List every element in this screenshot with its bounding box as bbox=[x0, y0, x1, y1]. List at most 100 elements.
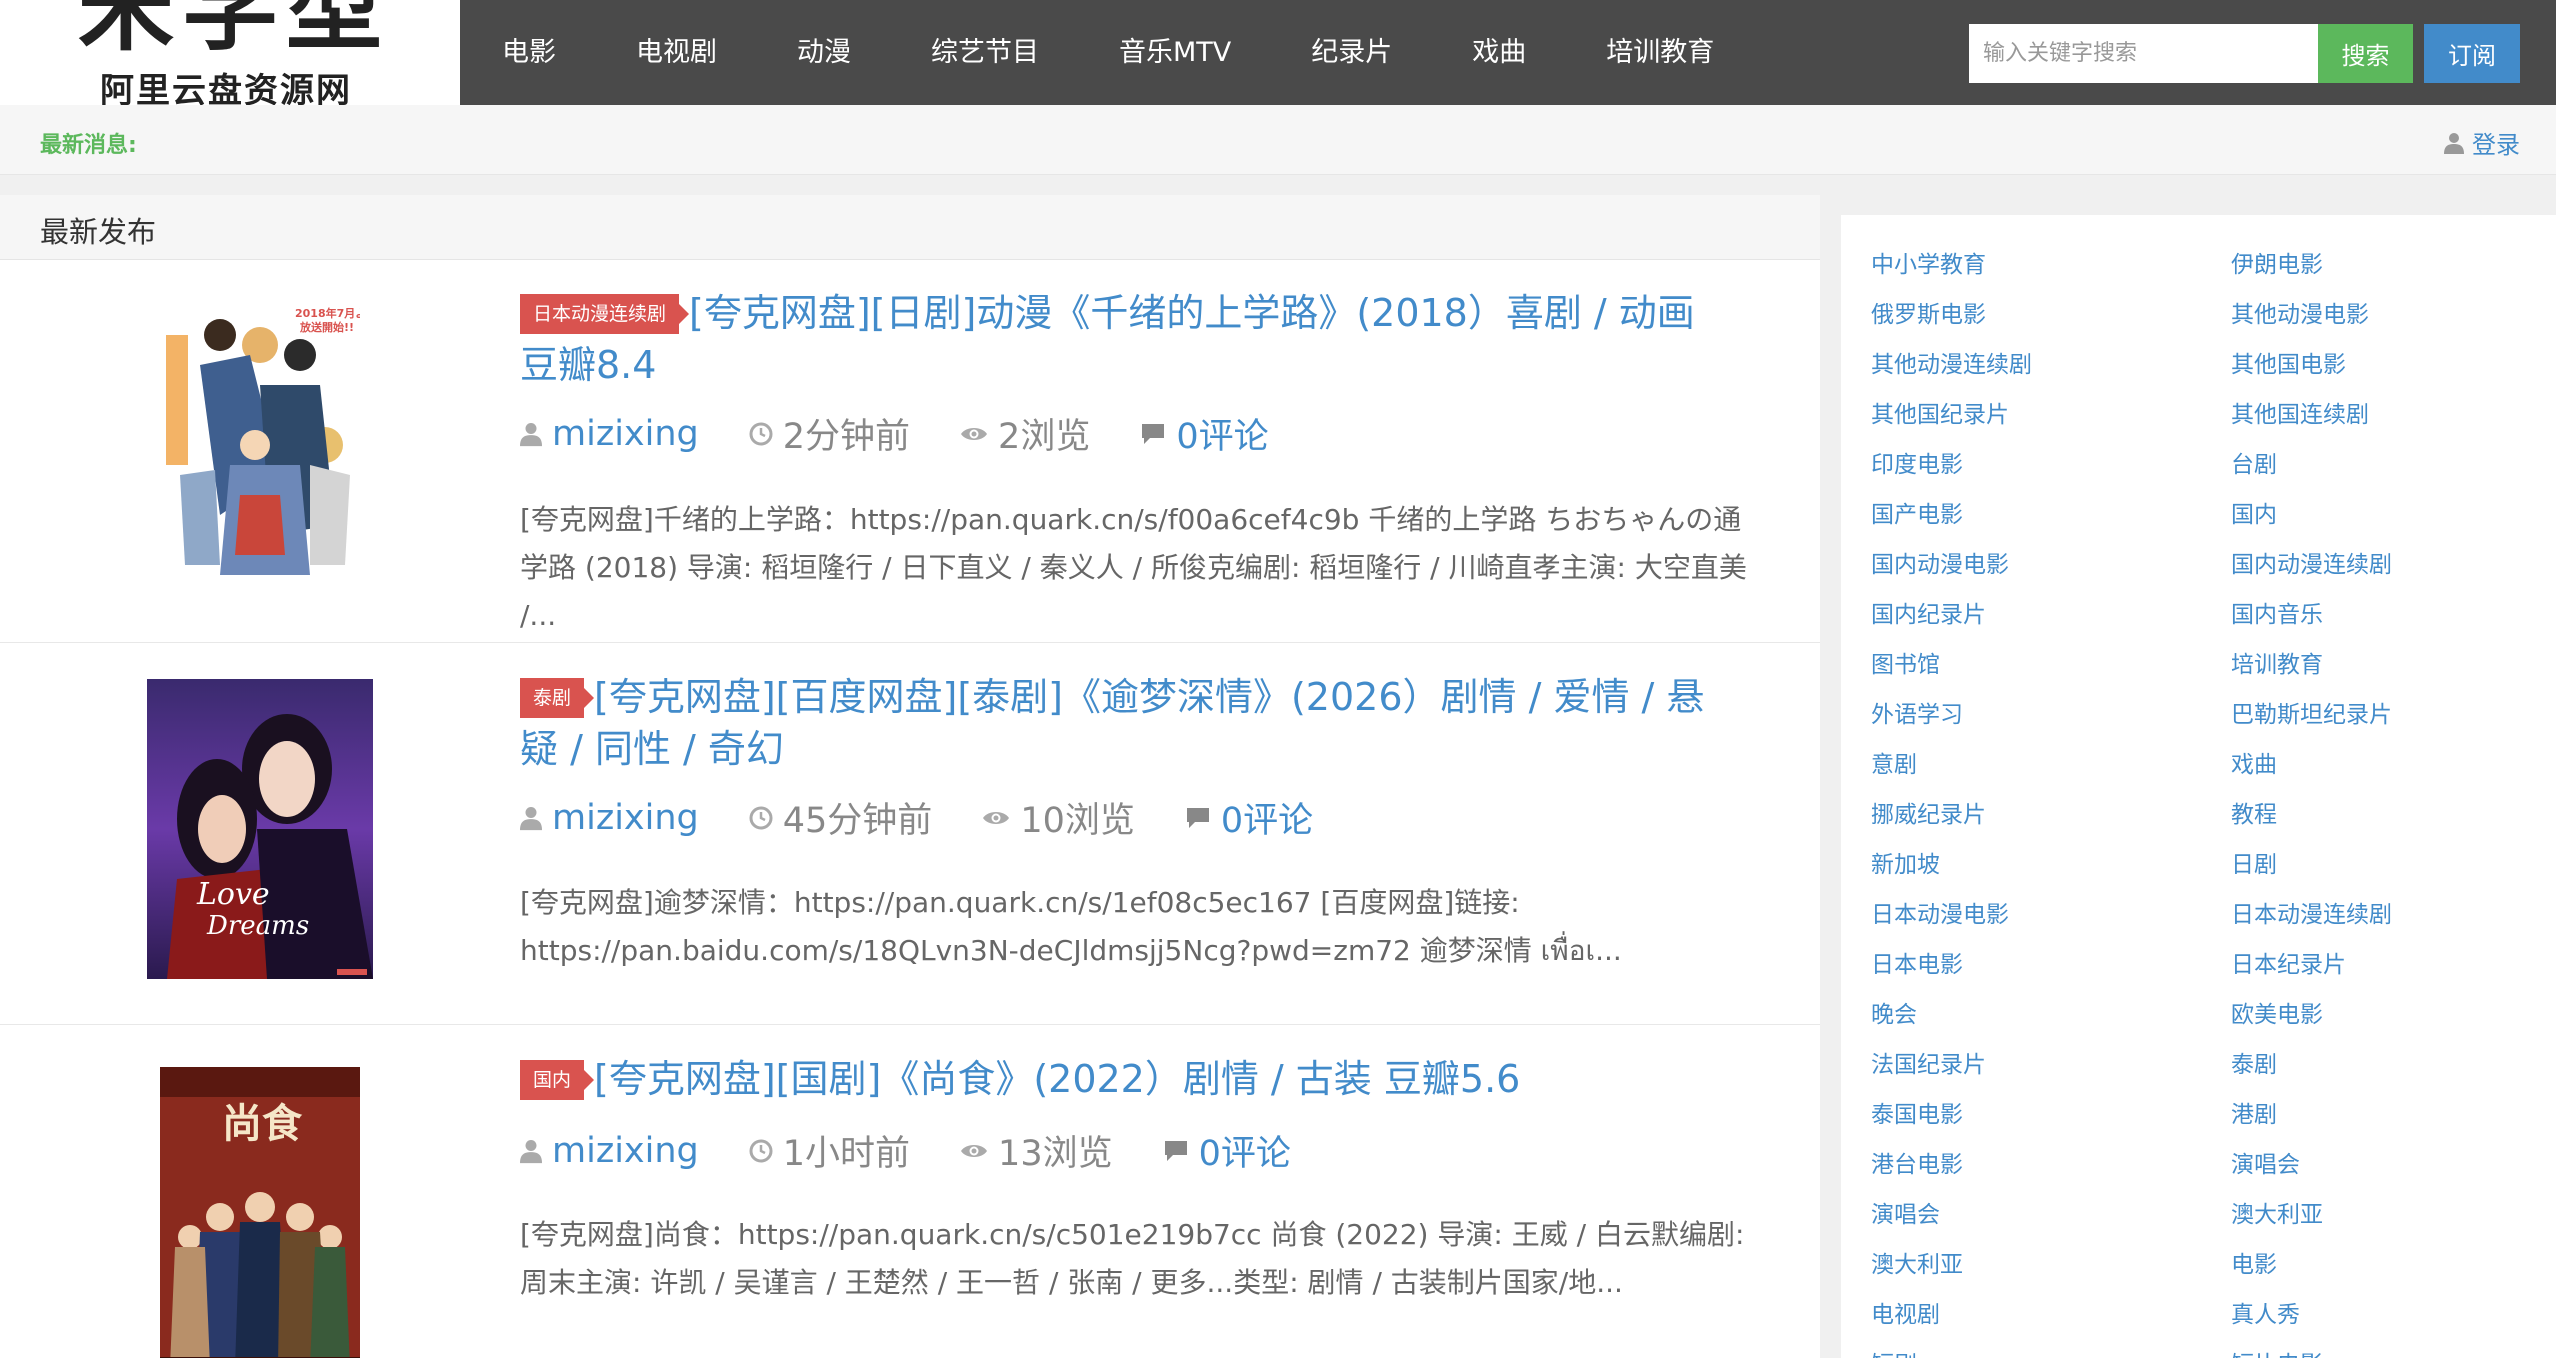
user-icon bbox=[520, 421, 542, 447]
sidebar-tag-link[interactable]: 台剧 bbox=[2231, 440, 2551, 490]
site-logo[interactable]: 米学型 阿里云盘资源网 bbox=[0, 0, 460, 105]
post-title-text[interactable]: [夸克网盘][日剧]动漫《千绪的上学路》(2018）喜剧 / 动画 豆瓣8.4 bbox=[520, 291, 1695, 387]
sidebar-tag-link[interactable]: 港台电影 bbox=[1871, 1140, 2231, 1190]
sidebar-tag-link[interactable]: 俄罗斯电影 bbox=[1871, 290, 2231, 340]
sidebar-tag-link[interactable]: 国内动漫电影 bbox=[1871, 540, 2231, 590]
post-views: 13浏览 bbox=[998, 1134, 1113, 1174]
subscribe-button[interactable]: 订阅 bbox=[2424, 24, 2520, 83]
sidebar-tag-link[interactable]: 教程 bbox=[2231, 790, 2551, 840]
post-title[interactable]: 泰剧 [夸克网盘][百度网盘][泰剧]《逾梦深情》(2026）剧情 / 爱情 / … bbox=[520, 671, 1720, 775]
sidebar-tag-link[interactable]: 短剧 bbox=[1871, 1340, 2231, 1358]
sidebar-tag-cloud: 中小学教育 伊朗电影 俄罗斯电影 其他动漫电影 其他动漫连续剧 其他国电影 其他国纪录片 其他… bbox=[1841, 215, 2556, 1358]
sidebar-tag-link[interactable]: 培训教育 bbox=[2231, 640, 2551, 690]
post-meta: mizixing 1小时前 13浏览 0评论 bbox=[520, 1125, 1341, 1176]
sidebar-tag-link[interactable]: 日本纪录片 bbox=[2231, 940, 2551, 990]
sidebar-tag-link[interactable]: 电影 bbox=[2231, 1240, 2551, 1290]
eye-icon bbox=[982, 808, 1010, 828]
sidebar-tag-link[interactable]: 演唱会 bbox=[2231, 1140, 2551, 1190]
post-thumbnail[interactable]: 2018年7月より 放送開始!! bbox=[160, 295, 360, 595]
sidebar-tag-link[interactable]: 欧美电影 bbox=[2231, 990, 2551, 1040]
post-comments[interactable]: 0评论 bbox=[1199, 1125, 1291, 1176]
sidebar-tag-link[interactable]: 戏曲 bbox=[2231, 740, 2551, 790]
nav-item-movies[interactable]: 电影 bbox=[460, 0, 596, 105]
sidebar-tag-link[interactable]: 日本电影 bbox=[1871, 940, 2231, 990]
sidebar-tag-link[interactable]: 挪威纪录片 bbox=[1871, 790, 2231, 840]
category-badge[interactable]: 国内 bbox=[520, 1060, 595, 1100]
post-item: 尚食 国内 [夸克网盘][国剧]《尚食》(2022）剧情 / 古装 豆瓣5.6 m… bbox=[0, 1025, 1820, 1358]
sidebar-tag-link[interactable]: 泰剧 bbox=[2231, 1040, 2551, 1090]
sidebar-tag-link[interactable]: 电视剧 bbox=[1871, 1290, 2231, 1340]
top-header: 米学型 阿里云盘资源网 电影 电视剧 动漫 综艺节目 音乐MTV 纪录片 戏曲 … bbox=[0, 0, 2556, 105]
nav-item-music-mtv[interactable]: 音乐MTV bbox=[1079, 0, 1271, 105]
post-time: 2分钟前 bbox=[782, 417, 911, 457]
post-meta: mizixing 45分钟前 10浏览 0评论 bbox=[520, 792, 1363, 843]
sidebar-tag-link[interactable]: 国产电影 bbox=[1871, 490, 2231, 540]
svg-text:Dreams: Dreams bbox=[206, 911, 309, 941]
sidebar-tag-link[interactable]: 日本动漫连续剧 bbox=[2231, 890, 2551, 940]
nav-item-documentary[interactable]: 纪录片 bbox=[1271, 0, 1432, 105]
clock-icon bbox=[749, 422, 773, 446]
sidebar-tag-link[interactable]: 巴勒斯坦纪录片 bbox=[2231, 690, 2551, 740]
sidebar-tag-link[interactable]: 泰国电影 bbox=[1871, 1090, 2231, 1140]
sidebar-tag-link[interactable]: 国内 bbox=[2231, 490, 2551, 540]
sidebar-tag-link[interactable]: 澳大利亚 bbox=[2231, 1190, 2551, 1240]
poster-text: 2018年7月より bbox=[295, 306, 360, 320]
sidebar-tag-link[interactable]: 日剧 bbox=[2231, 840, 2551, 890]
nav-item-education[interactable]: 培训教育 bbox=[1566, 0, 1754, 105]
search-input[interactable] bbox=[1969, 24, 2318, 83]
post-title[interactable]: 国内 [夸克网盘][国剧]《尚食》(2022）剧情 / 古装 豆瓣5.6 bbox=[520, 1053, 1720, 1105]
post-comments[interactable]: 0评论 bbox=[1221, 792, 1313, 843]
category-badge[interactable]: 泰剧 bbox=[520, 678, 595, 718]
clock-icon bbox=[749, 1139, 773, 1163]
post-excerpt: [夸克网盘]尚食：https://pan.quark.cn/s/c501e219… bbox=[520, 1218, 1745, 1299]
post-author[interactable]: mizixing bbox=[552, 798, 699, 838]
sidebar-tag-link[interactable]: 图书馆 bbox=[1871, 640, 2231, 690]
sidebar-tag-link[interactable]: 伊朗电影 bbox=[2231, 240, 2551, 290]
section-title: 最新发布 bbox=[40, 215, 157, 249]
sidebar-tag-link[interactable]: 澳大利亚 bbox=[1871, 1240, 2231, 1290]
sidebar-tag-link[interactable]: 国内音乐 bbox=[2231, 590, 2551, 640]
sidebar-tag-link[interactable]: 演唱会 bbox=[1871, 1190, 2231, 1240]
sidebar-tag-link[interactable]: 国内纪录片 bbox=[1871, 590, 2231, 640]
sidebar-tag-link[interactable]: 晚会 bbox=[1871, 990, 2231, 1040]
post-title[interactable]: 日本动漫连续剧 [夸克网盘][日剧]动漫《千绪的上学路》(2018）喜剧 / 动画… bbox=[520, 287, 1720, 391]
sidebar-tag-link[interactable]: 意剧 bbox=[1871, 740, 2231, 790]
user-icon bbox=[520, 805, 542, 831]
post-views: 2浏览 bbox=[998, 417, 1091, 457]
post-author[interactable]: mizixing bbox=[552, 1131, 699, 1171]
nav-item-tv-series[interactable]: 电视剧 bbox=[596, 0, 757, 105]
tag-grid: 中小学教育 伊朗电影 俄罗斯电影 其他动漫电影 其他动漫连续剧 其他国电影 其他国纪录片 其他… bbox=[1871, 240, 2551, 1358]
sidebar-tag-link[interactable]: 外语学习 bbox=[1871, 690, 2231, 740]
sidebar-tag-link[interactable]: 法国纪录片 bbox=[1871, 1040, 2231, 1090]
post-author[interactable]: mizixing bbox=[552, 414, 699, 454]
sidebar-tag-link[interactable]: 日本动漫电影 bbox=[1871, 890, 2231, 940]
sidebar-tag-link[interactable]: 其他动漫电影 bbox=[2231, 290, 2551, 340]
post-title-text[interactable]: [夸克网盘][百度网盘][泰剧]《逾梦深情》(2026）剧情 / 爱情 / 悬疑… bbox=[520, 675, 1704, 771]
poster-text: Love bbox=[196, 877, 270, 912]
sidebar-tag-link[interactable]: 港剧 bbox=[2231, 1090, 2551, 1140]
sidebar-tag-link[interactable]: 其他国电影 bbox=[2231, 340, 2551, 390]
category-badge[interactable]: 日本动漫连续剧 bbox=[520, 294, 690, 334]
post-thumbnail[interactable]: Love Dreams bbox=[147, 679, 373, 979]
sidebar-tag-link[interactable]: 真人秀 bbox=[2231, 1290, 2551, 1340]
nav-item-variety[interactable]: 综艺节目 bbox=[891, 0, 1079, 105]
comment-icon bbox=[1185, 806, 1211, 830]
sidebar-tag-link[interactable]: 短片电影 bbox=[2231, 1340, 2551, 1358]
nav-item-anime[interactable]: 动漫 bbox=[757, 0, 891, 105]
main-content: 最新发布 2018年7月より 放送開始!! bbox=[0, 195, 1820, 1358]
sidebar-tag-link[interactable]: 印度电影 bbox=[1871, 440, 2231, 490]
sidebar-tag-link[interactable]: 新加坡 bbox=[1871, 840, 2231, 890]
nav-item-opera[interactable]: 戏曲 bbox=[1432, 0, 1566, 105]
post-comments[interactable]: 0评论 bbox=[1176, 408, 1268, 459]
post-title-text[interactable]: [夸克网盘][国剧]《尚食》(2022）剧情 / 古装 豆瓣5.6 bbox=[594, 1057, 1520, 1101]
sidebar-tag-link[interactable]: 其他动漫连续剧 bbox=[1871, 340, 2231, 390]
sidebar-tag-link[interactable]: 中小学教育 bbox=[1871, 240, 2231, 290]
post-meta: mizixing 2分钟前 2浏览 0评论 bbox=[520, 408, 1319, 459]
post-thumbnail[interactable]: 尚食 bbox=[160, 1067, 360, 1358]
login-link[interactable]: 登录 bbox=[2444, 125, 2520, 160]
sidebar-tag-link[interactable]: 其他国纪录片 bbox=[1871, 390, 2231, 440]
sidebar-tag-link[interactable]: 国内动漫连续剧 bbox=[2231, 540, 2551, 590]
post-item: 2018年7月より 放送開始!! 日本动漫连续剧[夸克网盘][日剧]动漫《千绪的… bbox=[0, 261, 1820, 643]
search-button[interactable]: 搜索 bbox=[2318, 24, 2413, 83]
sidebar-tag-link[interactable]: 其他国连续剧 bbox=[2231, 390, 2551, 440]
